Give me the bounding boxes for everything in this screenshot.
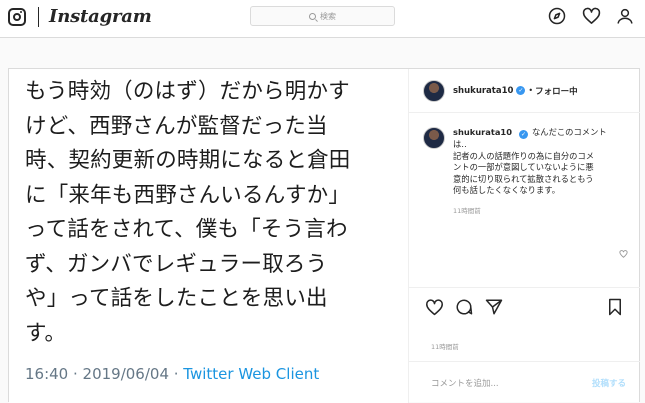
tweet-line: って話をされて、僕も「そう言わ [25, 217, 348, 242]
comment-text: ントの一部が意図していないように悪 [453, 162, 594, 172]
tweet-timestamp: 16:40 · 2019/06/04 · [25, 365, 184, 383]
following-button[interactable]: フォロー中 [535, 85, 578, 97]
verified-badge-icon: ✓ [518, 130, 528, 139]
comment-text: 記者の人の話題作りの為に自分のコメ [453, 150, 595, 161]
nav-icons [547, 6, 635, 26]
search-icon [309, 12, 316, 20]
tweet-text: もう時効（のはず）だから明かす けど、西野さんが監督だった当 時、契約更新の時期… [25, 75, 403, 351]
brand-divider [38, 6, 39, 27]
avatar[interactable] [423, 79, 445, 102]
avatar[interactable] [423, 127, 445, 149]
comment-text: 意的に切り取られて拡散されるともう [453, 173, 594, 184]
add-comment-bar: コメントを追加... 投稿する [409, 361, 640, 403]
post-header: shukurata10 ✓ • フォロー中 [409, 69, 640, 113]
post-actions [409, 287, 640, 318]
comment-text: は‥ [453, 139, 467, 149]
profile-icon[interactable] [615, 6, 635, 26]
tweet-line: ず、ガンバでレギュラー取ろう [25, 251, 328, 277]
comment-icon[interactable] [453, 296, 475, 318]
comment-like-icon[interactable] [619, 243, 628, 262]
tweet-line: もう時効（のはず）だから明かす [25, 79, 350, 104]
tweet-line: けど、西野さんが監督だった当 [25, 113, 328, 139]
separator-dot: • [528, 86, 534, 95]
post-time: 11時間前 [431, 343, 459, 351]
bookmark-icon[interactable] [604, 296, 626, 318]
post-sidebar: shukurata10 ✓ • フォロー中 shukurata10 ✓ なんだこのコ… [409, 69, 640, 403]
brand[interactable]: Instagram [8, 6, 152, 27]
author-username[interactable]: shukurata10 [453, 86, 513, 96]
comment-username[interactable]: shukurata10 [453, 127, 512, 137]
tweet-line: す。 [25, 320, 67, 346]
comment-time: 11時間前 [453, 206, 481, 215]
comment-text: なんだこのコメント [531, 127, 607, 137]
top-navigation-bar: Instagram 検索 [0, 0, 645, 38]
tweet-meta: 16:40 · 2019/06/04 · Twitter Web Client [25, 365, 319, 383]
add-comment-input[interactable]: コメントを追加... [431, 377, 499, 389]
heart-icon[interactable] [581, 6, 601, 26]
share-icon[interactable] [483, 296, 505, 318]
comment-body: shukurata10 ✓ なんだこのコメント は‥ 記者の人の話題作りの為に自分の… [453, 127, 626, 217]
search-placeholder: 検索 [320, 11, 336, 21]
instagram-wordmark[interactable]: Instagram [49, 6, 152, 27]
post-comment-button[interactable]: 投稿する [592, 377, 626, 389]
explore-icon[interactable] [547, 6, 567, 26]
tweet-line: 時、契約更新の時期になると倉田 [25, 148, 351, 173]
instagram-camera-icon[interactable] [8, 7, 26, 26]
tweet-source: Twitter Web Client [183, 365, 320, 383]
verified-badge-icon: ✓ [516, 86, 526, 95]
post-image[interactable]: もう時効（のはず）だから明かす けど、西野さんが監督だった当 時、契約更新の時期… [9, 69, 409, 403]
like-icon[interactable] [423, 296, 445, 318]
caption-comment: shukurata10 ✓ なんだこのコメント は‥ 記者の人の話題作りの為に自分の… [409, 113, 640, 217]
tweet-line: や」って話をしたことを思い出 [25, 286, 328, 311]
post-card: もう時効（のはず）だから明かす けど、西野さんが監督だった当 時、契約更新の時期… [8, 68, 640, 403]
comment-text: 何も話したくなくなります。 [453, 185, 561, 195]
search-input[interactable]: 検索 [250, 6, 395, 26]
tweet-line: に「来年も西野さんいるんすか」 [25, 182, 351, 208]
